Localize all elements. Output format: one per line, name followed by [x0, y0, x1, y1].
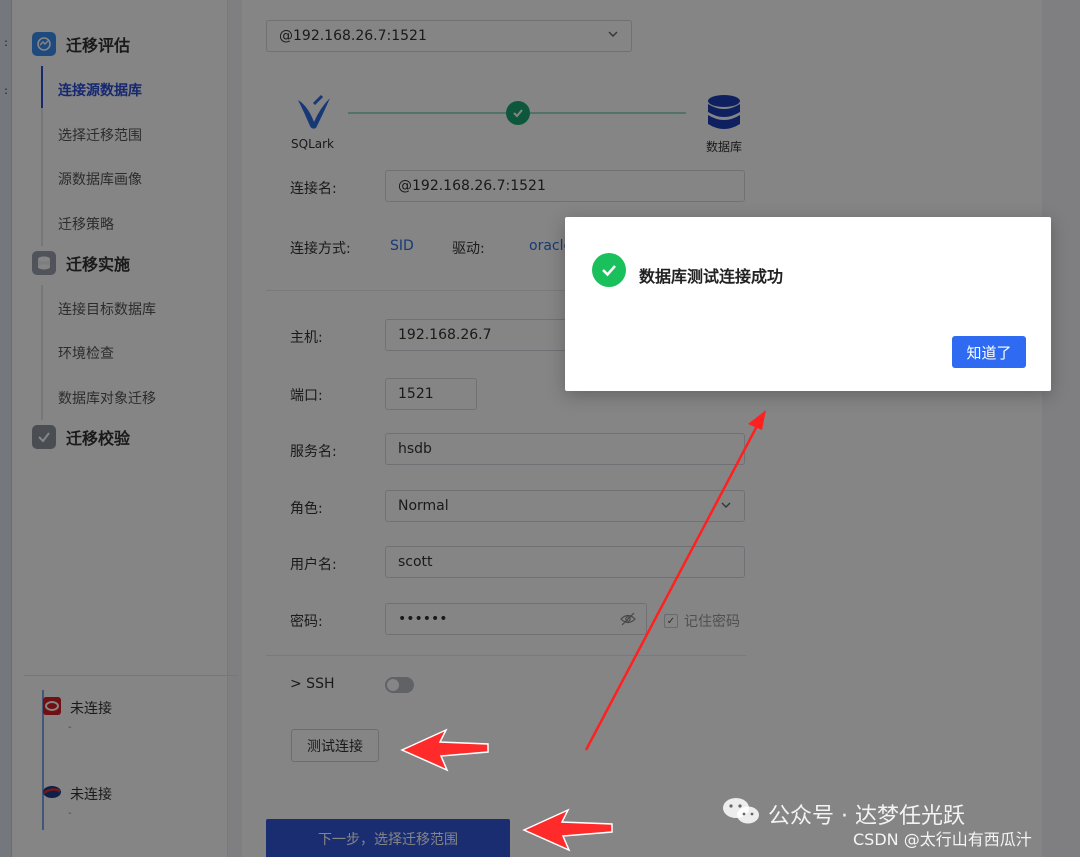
annotation-arrow-next	[522, 808, 613, 852]
annotation-arrows	[400, 410, 766, 852]
watermark-credit: CSDN @太行山有西瓜汁	[853, 830, 1032, 849]
wechat-icon	[722, 796, 760, 832]
annotation-arrow-diagonal	[584, 410, 766, 751]
annotation-arrow-test	[400, 728, 489, 772]
